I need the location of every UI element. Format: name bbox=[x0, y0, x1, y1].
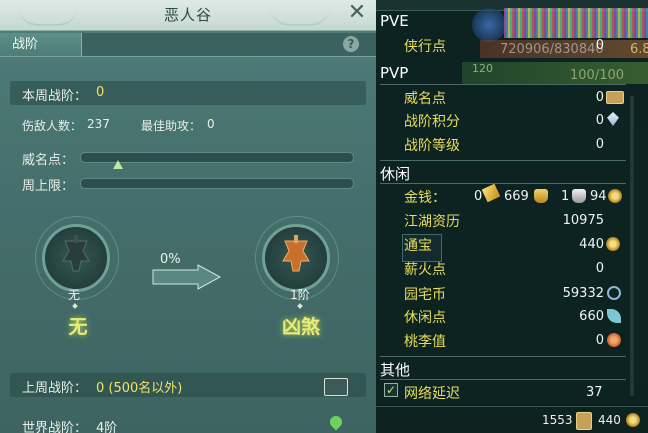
coin-count: 440 bbox=[598, 413, 621, 427]
last-week-label: 上周战阶： bbox=[22, 381, 88, 396]
week-rank-label: 本周战阶： bbox=[22, 89, 88, 104]
latency-value: 37 bbox=[586, 385, 603, 400]
jianghu-label: 江湖资历 bbox=[404, 214, 460, 230]
boot-icon bbox=[576, 412, 592, 430]
gold-brick-icon bbox=[481, 183, 501, 203]
xinhuo-label: 薪火点 bbox=[404, 262, 446, 278]
weekly-cap-label: 周上限： bbox=[22, 179, 75, 194]
current-rank-name: 无 bbox=[68, 316, 88, 338]
latency-label: 网络延迟 bbox=[404, 386, 460, 402]
money-gold-bricks: 0 bbox=[474, 189, 483, 204]
peach-icon bbox=[607, 333, 621, 347]
tab-bar: 战阶 ? bbox=[0, 33, 376, 57]
next-rank-name: 凶煞 bbox=[281, 316, 320, 338]
crystal-icon bbox=[607, 112, 619, 126]
background-buff-strip bbox=[504, 8, 648, 38]
pvp-prestige-label: 威名点 bbox=[404, 91, 446, 107]
weekly-cap-progress-bar bbox=[80, 178, 354, 189]
title-bar[interactable]: 恶人谷 ✕ bbox=[0, 0, 376, 31]
money-silver: 1 bbox=[561, 189, 570, 204]
background-avatar-orb bbox=[472, 8, 506, 42]
banner-icon bbox=[282, 235, 310, 272]
prestige-token-icon bbox=[606, 91, 624, 104]
section-pve-title: PVE bbox=[380, 12, 409, 30]
arrow-right-icon bbox=[152, 264, 222, 290]
world-rank-value: 4阶 bbox=[96, 421, 118, 433]
current-rank-caption: 无 bbox=[67, 288, 80, 302]
next-rank-emblem bbox=[262, 224, 330, 292]
window-title: 恶人谷 bbox=[163, 6, 212, 24]
coin-icon bbox=[626, 413, 640, 427]
kills-label: 伤敌人数： bbox=[22, 119, 83, 133]
section-leisure-title: 休闲 bbox=[380, 165, 411, 183]
leisure-divider bbox=[380, 183, 626, 184]
tongbao-coin-icon bbox=[606, 237, 620, 251]
background-level-text: 120 bbox=[472, 62, 493, 75]
next-rank-caption: 1阶 bbox=[290, 288, 310, 302]
background-side-text: 6.8 bbox=[630, 42, 648, 57]
section-pvp-title: PVP bbox=[380, 64, 409, 82]
garden-coin-label: 园宅币 bbox=[404, 287, 446, 303]
tongbao-label: 通宝 bbox=[404, 238, 432, 254]
next-rank-divider bbox=[297, 303, 303, 309]
kills-value: 237 bbox=[87, 117, 110, 131]
silver-ingot-icon bbox=[572, 189, 586, 203]
mail-icon[interactable] bbox=[324, 378, 348, 396]
leisure-points-label: 休闲点 bbox=[404, 310, 446, 326]
leisure-top-divider bbox=[380, 160, 626, 161]
spiral-coin-icon bbox=[607, 286, 621, 300]
background-mp-text: 100/100 bbox=[570, 68, 625, 83]
leaf-icon bbox=[607, 309, 621, 323]
world-rank-label: 世界战阶： bbox=[22, 421, 88, 433]
xinhuo-value: 0 bbox=[595, 261, 604, 276]
latency-checkbox[interactable]: ✓ bbox=[384, 383, 398, 397]
pvp-rank-level-label: 战阶等级 bbox=[404, 138, 460, 154]
assists-label: 最佳助攻： bbox=[141, 119, 202, 133]
jianghu-value: 10975 bbox=[562, 213, 604, 228]
pass-count: 1553 bbox=[542, 413, 573, 427]
prestige-label: 威名点： bbox=[22, 153, 75, 168]
background-hp-text: 720906/830840 bbox=[500, 42, 604, 57]
section-other-title: 其他 bbox=[380, 361, 411, 379]
pvp-divider bbox=[380, 84, 626, 85]
location-pin-icon[interactable] bbox=[327, 413, 345, 431]
taoli-label: 桃李值 bbox=[404, 334, 446, 350]
currency-panel: 720906/830840 6.8 120 100/100 PVE 侠行点 0 … bbox=[376, 0, 648, 433]
money-gold: 669 bbox=[504, 189, 529, 204]
pve-xingxia-label: 侠行点 bbox=[404, 39, 446, 55]
money-copper: 94 bbox=[590, 189, 607, 204]
bottom-currency-bar: 1553 440 bbox=[376, 406, 648, 433]
leisure-points-value: 660 bbox=[579, 309, 604, 324]
week-rank-value: 0 bbox=[96, 85, 105, 100]
last-week-value: 0 (500名以外) bbox=[96, 381, 183, 396]
other-divider bbox=[380, 379, 626, 380]
help-icon[interactable]: ? bbox=[343, 36, 359, 52]
pvp-prestige-value: 0 bbox=[595, 90, 604, 105]
prestige-progress-marker bbox=[113, 160, 124, 169]
taoli-value: 0 bbox=[595, 333, 604, 348]
garden-coin-value: 59332 bbox=[562, 286, 604, 301]
copper-coin-icon bbox=[608, 189, 622, 203]
assists-value: 0 bbox=[207, 117, 215, 131]
banner-icon bbox=[62, 235, 90, 272]
current-rank-divider bbox=[72, 303, 78, 309]
money-label: 金钱： bbox=[404, 190, 446, 206]
pvp-rank-points-label: 战阶积分 bbox=[404, 114, 460, 130]
gold-ingot-icon bbox=[534, 189, 548, 203]
rank-panel: 恶人谷 ✕ 战阶 ? 本周战阶： 0 伤敌人数： 237 最佳助攻： 0 威名点… bbox=[0, 0, 376, 433]
pvp-rank-level-value: 0 bbox=[595, 137, 604, 152]
other-top-divider bbox=[380, 356, 626, 357]
current-rank-emblem bbox=[42, 224, 110, 292]
pve-xingxia-value: 0 bbox=[595, 38, 604, 53]
tab-rank[interactable]: 战阶 bbox=[0, 33, 82, 57]
pvp-rank-points-value: 0 bbox=[595, 113, 604, 128]
tab-divider bbox=[0, 56, 376, 57]
scrollbar[interactable] bbox=[630, 96, 634, 396]
tongbao-value: 440 bbox=[579, 237, 604, 252]
close-icon[interactable]: ✕ bbox=[346, 1, 368, 25]
